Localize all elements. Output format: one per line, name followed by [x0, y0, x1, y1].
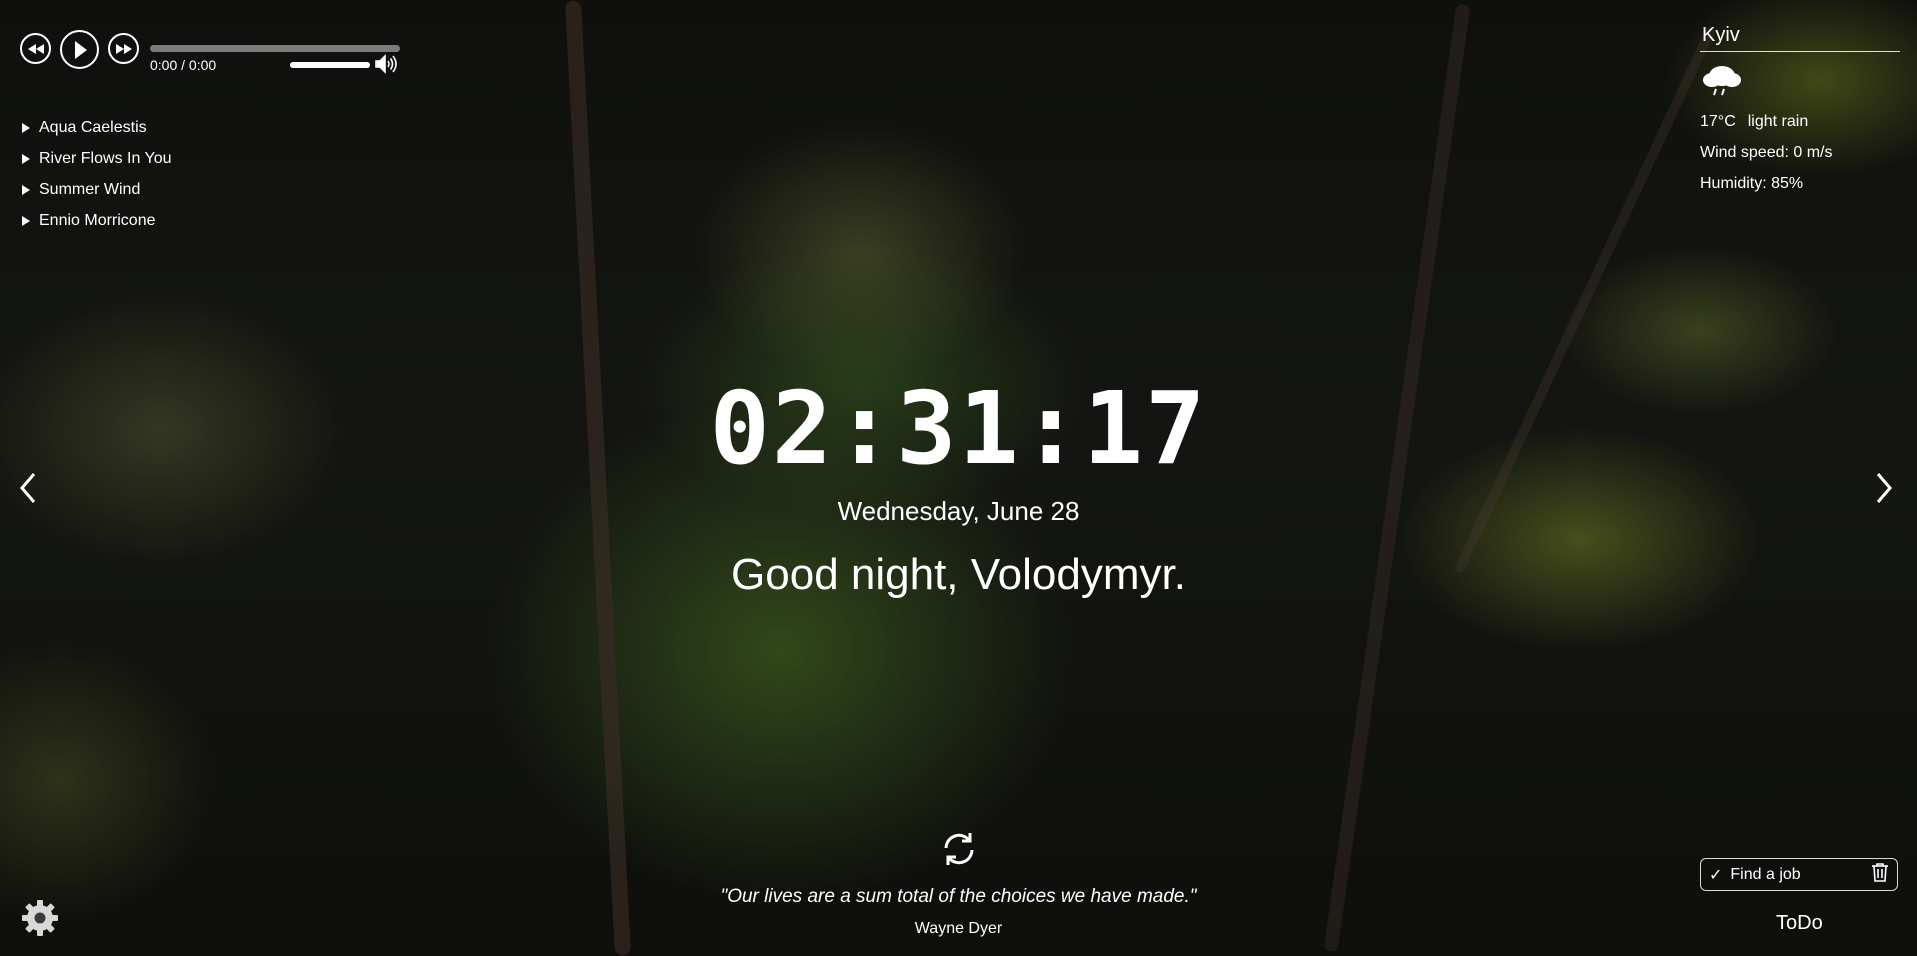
todo-toggle-button[interactable]: ToDo [1776, 912, 1823, 935]
temperature: 17°C [1700, 112, 1736, 130]
greeting: Good night, Volodymyr. [731, 550, 1186, 599]
play-icon [74, 40, 87, 59]
playlist-item[interactable]: Summer Wind [22, 174, 172, 205]
quote-author: Wayne Dyer [914, 920, 1003, 937]
play-small-icon [22, 215, 30, 226]
date: Wednesday, June 28 [837, 496, 1080, 526]
volume-icon[interactable] [374, 54, 398, 79]
rewind-icon [27, 43, 44, 54]
play-small-icon [22, 122, 30, 133]
wind-speed: Wind speed: 0 m/s [1700, 143, 1833, 161]
checkmark-icon[interactable]: ✓ [1709, 865, 1722, 885]
progress-bar[interactable] [150, 45, 400, 52]
play-small-icon [22, 153, 30, 164]
todo-text: Find a job [1730, 865, 1801, 883]
clock: 02:31:17 [709, 370, 1208, 487]
play-small-icon [22, 184, 30, 195]
playlist-item[interactable]: Aqua Caelestis [22, 112, 172, 143]
playlist-item[interactable]: River Flows In You [22, 143, 172, 174]
city-input[interactable]: Kyiv [1700, 22, 1900, 52]
trash-icon[interactable] [1871, 862, 1889, 887]
volume-fill [290, 62, 370, 68]
weather-description: light rain [1747, 112, 1809, 130]
gear-icon [22, 900, 58, 936]
fast-forward-icon [115, 43, 132, 54]
time-display: 0:00 / 0:00 [150, 57, 217, 73]
refresh-quote-button[interactable] [940, 830, 978, 873]
weather-summary: 17°C light rain [1700, 106, 1900, 137]
track-title: Ennio Morricone [39, 211, 156, 229]
rain-cloud-icon [1702, 62, 1900, 98]
weather-widget: Kyiv 17°C light rain Wind speed: 0 m/s H… [1700, 22, 1900, 199]
track-title: Aqua Caelestis [39, 118, 147, 136]
settings-button[interactable] [20, 898, 60, 943]
quote-text: "Our lives are a sum total of the choice… [720, 886, 1197, 907]
playlist-item[interactable]: Ennio Morricone [22, 205, 172, 236]
track-title: Summer Wind [39, 180, 141, 198]
playlist: Aqua Caelestis River Flows In You Summer… [22, 112, 172, 236]
volume-slider[interactable] [290, 62, 370, 68]
forward-button[interactable] [108, 33, 139, 64]
todo-item[interactable]: ✓ Find a job [1700, 858, 1898, 891]
refresh-icon [944, 833, 974, 865]
track-title: River Flows In You [39, 149, 172, 167]
play-button[interactable] [60, 30, 99, 69]
rewind-button[interactable] [20, 33, 51, 64]
humidity: Humidity: 85% [1700, 174, 1804, 192]
